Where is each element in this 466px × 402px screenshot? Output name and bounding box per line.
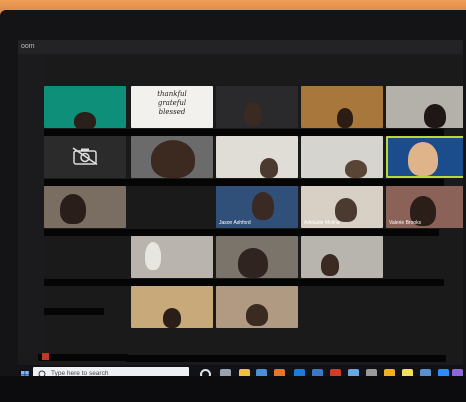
participant-video [246, 304, 268, 326]
participant-tile[interactable] [44, 136, 126, 178]
participant-tile[interactable] [131, 186, 213, 228]
gallery-view: thankful grateful blessed Jason Ashford Adel… [38, 86, 463, 362]
participant-name: Jason Ashford [219, 220, 251, 226]
participant-tile[interactable] [216, 286, 298, 328]
participant-tile[interactable] [131, 286, 213, 328]
participant-video [244, 102, 262, 126]
participant-video [335, 198, 357, 222]
participant-tile[interactable] [44, 236, 126, 278]
zoom-window: oom thankful grateful blessed Jason Ashford… [18, 40, 463, 385]
participant-tile[interactable] [44, 286, 126, 328]
participant-tile[interactable] [301, 286, 383, 328]
participant-tile[interactable] [131, 136, 213, 178]
redaction-bar [44, 129, 444, 136]
participant-video [163, 308, 181, 328]
participant-tile[interactable] [386, 136, 463, 178]
participant-video [60, 194, 86, 224]
participant-tile[interactable]: thankful grateful blessed [131, 86, 213, 128]
participant-tile[interactable] [386, 236, 463, 278]
participant-video [260, 158, 278, 178]
participant-video [408, 142, 438, 176]
participant-tile[interactable] [301, 86, 383, 128]
participant-tile[interactable] [216, 136, 298, 178]
participant-tile[interactable]: Valerie Brooks [386, 186, 463, 228]
participant-tile[interactable] [386, 286, 463, 328]
redaction-bar [44, 279, 444, 286]
participant-video [345, 160, 367, 178]
participant-tile[interactable]: Adelaide Molina [301, 186, 383, 228]
monitor-bezel [0, 376, 466, 402]
left-strip [18, 54, 44, 354]
sign-text: thankful grateful blessed [157, 90, 187, 116]
participant-name: Valerie Brooks [389, 220, 422, 226]
participant-tile[interactable] [44, 186, 126, 228]
participant-video [337, 108, 353, 128]
redaction-bar [38, 354, 128, 361]
participant-video [321, 254, 339, 276]
participant-video [145, 242, 161, 270]
redaction-bar [44, 229, 439, 236]
redaction-bar [126, 355, 446, 362]
window-title: oom [21, 43, 35, 50]
participant-name: Adelaide Molina [304, 220, 340, 226]
participant-tile[interactable] [44, 86, 126, 128]
participant-video [424, 104, 446, 128]
participant-video [252, 192, 274, 220]
participant-video [151, 140, 195, 178]
camera-off-icon [72, 147, 98, 165]
participant-tile[interactable] [216, 86, 298, 128]
participant-tile[interactable] [386, 86, 463, 128]
record-icon [42, 353, 49, 360]
window-title-bar[interactable]: oom [18, 40, 463, 54]
participant-tile[interactable]: Jason Ashford [216, 186, 298, 228]
participant-tile[interactable] [216, 236, 298, 278]
monitor: oom thankful grateful blessed Jason Ashford… [0, 10, 466, 402]
redaction-bar [44, 179, 444, 186]
participant-video [238, 248, 268, 278]
redaction-bar [44, 308, 104, 315]
participant-video [74, 112, 96, 128]
participant-tile[interactable] [301, 236, 383, 278]
participant-tile[interactable] [301, 136, 383, 178]
participant-tile[interactable] [131, 236, 213, 278]
